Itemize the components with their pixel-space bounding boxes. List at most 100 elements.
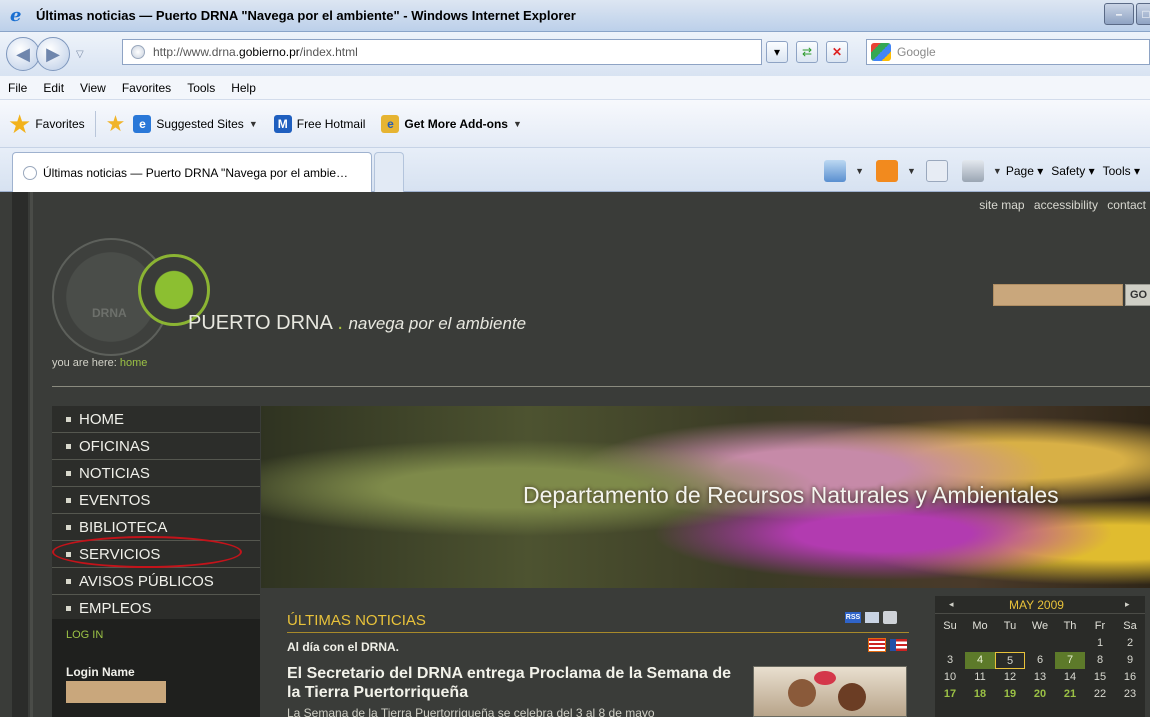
- back-button[interactable]: ◀: [6, 37, 40, 71]
- page-menu[interactable]: Page ▾: [1006, 164, 1043, 178]
- chevron-down-icon[interactable]: ▼: [993, 166, 1002, 176]
- minimize-button[interactable]: –: [1104, 3, 1134, 25]
- chevron-down-icon: ▼: [248, 118, 258, 129]
- login-header: LOG IN: [66, 629, 104, 641]
- chevron-down-icon[interactable]: ▼: [855, 166, 864, 176]
- calendar-day[interactable]: 10: [935, 669, 965, 686]
- news-subheading: Al día con el DRNA.: [287, 640, 400, 654]
- calendar-day-event[interactable]: 7: [1055, 652, 1085, 669]
- calendar-prev-icon[interactable]: ◂: [949, 599, 954, 610]
- calendar-day[interactable]: 6: [1025, 652, 1055, 669]
- calendar-day: [965, 635, 995, 652]
- calendar-day[interactable]: 12: [995, 669, 1025, 686]
- rss-icon[interactable]: RSS: [845, 612, 861, 623]
- email-icon[interactable]: [865, 612, 879, 623]
- favorites-star-icon[interactable]: ★: [8, 111, 31, 137]
- mail-icon[interactable]: [925, 160, 948, 182]
- favorite-suggested-sites[interactable]: e Suggested Sites ▼: [133, 114, 258, 133]
- events-calendar: ◂ MAY 2009 ▸ Su Mo Tu We Th Fr Sa 1 2 3 …: [935, 596, 1145, 717]
- pr-flag-icon[interactable]: [890, 639, 907, 651]
- calendar-day[interactable]: 23: [1115, 686, 1145, 703]
- favorite-free-hotmail[interactable]: M Free Hotmail: [273, 114, 365, 133]
- calendar-day: [1055, 635, 1085, 652]
- breadcrumb: you are here: home: [52, 357, 148, 369]
- forward-button[interactable]: ▶: [36, 37, 70, 71]
- calendar-day[interactable]: 2: [1115, 635, 1145, 652]
- calendar-weekday: Sa: [1123, 620, 1137, 632]
- calendar-day[interactable]: 3: [935, 652, 965, 669]
- calendar-day[interactable]: 11: [965, 669, 995, 686]
- contact-link[interactable]: contact: [1107, 198, 1146, 212]
- favorites-bar: ★ Favorites ★ e Suggested Sites ▼ M Free…: [0, 100, 1150, 148]
- menu-edit[interactable]: Edit: [43, 81, 64, 95]
- print-icon[interactable]: [883, 611, 897, 624]
- address-dropdown-icon[interactable]: ▾: [766, 41, 788, 63]
- menu-help[interactable]: Help: [231, 81, 256, 95]
- calendar-day-event[interactable]: 21: [1055, 686, 1085, 703]
- menu-favorites[interactable]: Favorites: [122, 81, 171, 95]
- calendar-day-today[interactable]: 5: [995, 652, 1025, 669]
- tab-active[interactable]: Últimas noticias — Puerto DRNA "Navega p…: [12, 152, 372, 192]
- page-left-border: [12, 192, 28, 717]
- print-icon[interactable]: [961, 160, 984, 182]
- favorites-button[interactable]: Favorites: [35, 117, 84, 131]
- nav-item-avisos-publicos[interactable]: AVISOS PÚBLICOS: [52, 568, 260, 595]
- nav-item-home[interactable]: HOME: [52, 406, 260, 433]
- calendar-weekday: Fr: [1094, 620, 1106, 632]
- nav-item-empleos[interactable]: EMPLEOS: [52, 595, 260, 622]
- calendar-day[interactable]: 15: [1085, 669, 1115, 686]
- calendar-next-icon[interactable]: ▸: [1125, 599, 1130, 610]
- search-box[interactable]: Google: [866, 39, 1150, 65]
- calendar-day[interactable]: 13: [1025, 669, 1055, 686]
- calendar-day-event[interactable]: 19: [995, 686, 1025, 703]
- add-favorite-icon[interactable]: ★: [106, 111, 126, 137]
- tools-menu[interactable]: Tools ▾: [1103, 164, 1140, 178]
- menu-tools[interactable]: Tools: [187, 81, 215, 95]
- new-tab-button[interactable]: [374, 152, 404, 192]
- address-url[interactable]: http://www.drna.gobierno.pr/index.html: [153, 45, 358, 59]
- refresh-icon[interactable]: ⇄: [796, 41, 818, 63]
- safety-menu[interactable]: Safety ▾: [1051, 164, 1094, 178]
- accessibility-link[interactable]: accessibility: [1034, 198, 1098, 212]
- site-map-link[interactable]: site map: [979, 198, 1024, 212]
- go-button[interactable]: GO: [1125, 284, 1150, 306]
- calendar-day[interactable]: 16: [1115, 669, 1145, 686]
- nav-item-oficinas[interactable]: OFICINAS: [52, 433, 260, 460]
- news-headline[interactable]: El Secretario del DRNA entrega Proclama …: [287, 664, 747, 702]
- favorite-get-more-addons[interactable]: e Get More Add-ons ▼: [381, 114, 522, 133]
- calendar-day[interactable]: 22: [1085, 686, 1115, 703]
- maximize-button[interactable]: □: [1136, 3, 1150, 25]
- calendar-day-event[interactable]: 4: [965, 652, 995, 669]
- menu-view[interactable]: View: [80, 81, 106, 95]
- login-name-input[interactable]: [66, 681, 166, 703]
- stop-icon[interactable]: ✕: [826, 41, 848, 63]
- news-section: ÚLTIMAS NOTICIAS RSS Al día con el DRNA.…: [287, 611, 912, 717]
- calendar-day-event[interactable]: 18: [965, 686, 995, 703]
- search-placeholder[interactable]: Google: [897, 45, 936, 59]
- us-flag-icon[interactable]: [868, 638, 886, 652]
- ie-icon: e: [133, 114, 152, 133]
- calendar-day-event[interactable]: 20: [1025, 686, 1055, 703]
- calendar-weekday: We: [1031, 620, 1049, 632]
- home-icon[interactable]: [824, 160, 847, 182]
- site-search-input[interactable]: [993, 284, 1123, 306]
- address-bar[interactable]: http://www.drna.gobierno.pr/index.html: [122, 39, 762, 65]
- breadcrumb-home-link[interactable]: home: [120, 357, 148, 369]
- login-name-label: Login Name: [66, 665, 135, 679]
- calendar-day-event[interactable]: 17: [935, 686, 965, 703]
- nav-item-eventos[interactable]: EVENTOS: [52, 487, 260, 514]
- chevron-down-icon[interactable]: ▼: [907, 166, 916, 176]
- chevron-down-icon: ▼: [512, 118, 522, 129]
- calendar-day[interactable]: 9: [1115, 652, 1145, 669]
- news-photo[interactable]: [753, 666, 907, 717]
- calendar-day[interactable]: 14: [1055, 669, 1085, 686]
- page-left-border-accent: [30, 192, 33, 717]
- nav-item-noticias[interactable]: NOTICIAS: [52, 460, 260, 487]
- news-heading[interactable]: ÚLTIMAS NOTICIAS: [287, 612, 426, 629]
- calendar-day[interactable]: 1: [1085, 635, 1115, 652]
- calendar-day[interactable]: 8: [1085, 652, 1115, 669]
- history-dropdown-icon[interactable]: ▽: [76, 49, 84, 60]
- menu-file[interactable]: File: [8, 81, 27, 95]
- rss-feed-icon[interactable]: [876, 160, 898, 182]
- brand-wordmark[interactable]: PUERTO DRNA . navega por el ambiente: [188, 312, 526, 335]
